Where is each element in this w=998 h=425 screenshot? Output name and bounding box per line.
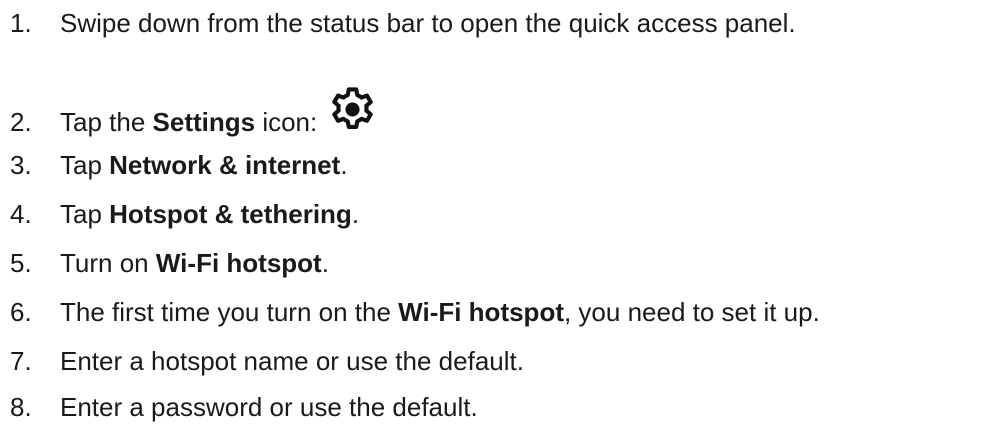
step-3: 3. Tap Network & internet. — [10, 150, 348, 180]
step-7: 7. Enter a hotspot name or use the defau… — [10, 346, 524, 376]
step-text-pre: The first time you turn on the — [60, 297, 399, 327]
step-6: 6. The first time you turn on the Wi-Fi … — [10, 297, 820, 327]
step-number: 1. — [10, 8, 32, 38]
step-number: 4. — [10, 199, 32, 229]
step-8: 8. Enter a password or use the default. — [10, 392, 478, 422]
network-internet-label: Network & internet — [109, 150, 341, 180]
step-text-pre: Tap — [60, 199, 110, 229]
step-text: Tap Network & internet. — [60, 150, 348, 180]
step-number: 7. — [10, 346, 32, 376]
step-text: The first time you turn on the Wi-Fi hot… — [60, 297, 820, 327]
step-text-pre: Turn on — [60, 248, 156, 278]
step-text: Tap the Settings icon: — [60, 107, 317, 137]
step-number: 3. — [10, 150, 32, 180]
step-text-post: icon: — [255, 106, 318, 137]
wifi-hotspot-label: Wi-Fi hotspot — [398, 297, 564, 327]
settings-label: Settings — [152, 106, 256, 137]
step-text-post: , you need to set it up. — [563, 297, 820, 327]
step-number: 8. — [10, 392, 32, 422]
step-text: Enter a hotspot name or use the default. — [60, 346, 524, 376]
step-text-pre: Tap — [60, 150, 110, 180]
step-text: Tap Hotspot & tethering. — [60, 199, 359, 229]
step-4: 4. Tap Hotspot & tethering. — [10, 199, 359, 229]
step-text-post: . — [340, 150, 348, 180]
hotspot-tethering-label: Hotspot & tethering — [109, 199, 352, 229]
step-text-post: . — [321, 248, 329, 278]
step-number: 5. — [10, 248, 32, 278]
step-text: Enter a password or use the default. — [60, 392, 478, 422]
step-2: 2. Tap the Settings icon: — [10, 87, 376, 145]
step-text-pre: Tap the — [60, 106, 153, 137]
step-text: Swipe down from the status bar to open t… — [60, 8, 796, 38]
step-number: 6. — [10, 297, 32, 327]
step-5: 5. Turn on Wi-Fi hotspot. — [10, 248, 329, 278]
step-text: Turn on Wi-Fi hotspot. — [60, 248, 329, 278]
step-number: 2. — [10, 106, 32, 137]
step-text-post: . — [351, 199, 360, 229]
gear-icon — [329, 86, 376, 133]
step-1: 1. Swipe down from the status bar to ope… — [10, 8, 796, 38]
wifi-hotspot-label: Wi-Fi hotspot — [155, 248, 322, 278]
